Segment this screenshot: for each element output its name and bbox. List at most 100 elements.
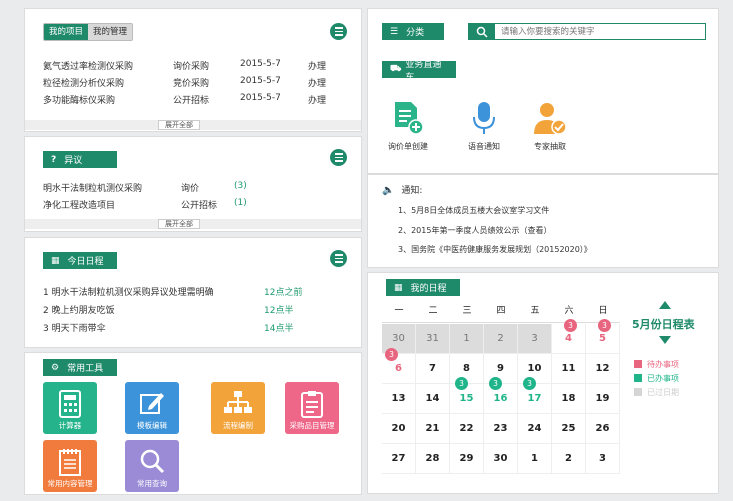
calendar-day[interactable]: 17 3 xyxy=(518,377,552,414)
event-count-badge[interactable]: 3 xyxy=(455,377,468,390)
prev-month-button[interactable] xyxy=(659,301,671,309)
calendar-day[interactable]: 19 xyxy=(586,384,620,414)
calendar-day[interactable]: 13 xyxy=(382,384,416,414)
project-action[interactable]: 办理 xyxy=(308,93,326,106)
calendar-day[interactable]: 3 xyxy=(586,444,620,474)
legend-item-done: 已办事项 xyxy=(634,371,679,385)
notice-title: 通知: xyxy=(401,186,423,196)
calendar-day[interactable]: 2 xyxy=(552,444,586,474)
calendar-day[interactable]: 24 xyxy=(518,414,552,444)
search-icon-box[interactable] xyxy=(469,24,495,39)
calendar-day[interactable]: 16 3 xyxy=(484,377,518,414)
notebook-icon xyxy=(59,449,81,476)
notice-item[interactable]: 3、国务院《中医药健康服务发展规划（20152020）》 xyxy=(398,244,592,255)
calendar-day[interactable]: 1 xyxy=(518,444,552,474)
objections-expand-button[interactable]: 展开全部 xyxy=(158,219,200,229)
tool-calculator[interactable]: 计算器 xyxy=(43,382,97,434)
legend-swatch xyxy=(634,374,642,382)
calendar-day[interactable]: 25 xyxy=(552,414,586,444)
search-box[interactable] xyxy=(468,23,706,40)
calendar-legend: 待办事项 已办事项 已过日期 xyxy=(634,357,679,399)
project-date: 2015-5-7 xyxy=(240,76,281,86)
calendar-day[interactable]: 3 xyxy=(518,324,552,354)
weekday-header: 一 xyxy=(394,306,404,316)
calendar-day[interactable]: 14 xyxy=(416,384,450,414)
calendar-day[interactable]: 23 xyxy=(484,414,518,444)
calendar-day[interactable]: 27 xyxy=(382,444,416,474)
objections-header: ? 异议 xyxy=(43,151,117,168)
business-label: 专家抽取 xyxy=(534,142,566,151)
question-icon: ? xyxy=(51,154,57,165)
tool-content-manage[interactable]: 常用内容管理 xyxy=(43,440,97,492)
calendar-day[interactable]: 31 xyxy=(416,324,450,354)
business-title: 业务直通车 xyxy=(405,59,442,83)
legend-label: 已办事项 xyxy=(647,373,679,383)
event-count-badge[interactable]: 3 xyxy=(598,319,611,332)
calendar-day[interactable]: 63 xyxy=(382,348,416,384)
objection-type: 公开招标 xyxy=(181,201,218,211)
calendar-day[interactable]: 2 xyxy=(484,324,518,354)
calendar-day[interactable]: 1 xyxy=(450,324,484,354)
edit-icon xyxy=(140,393,164,414)
projects-menu-button[interactable] xyxy=(330,23,347,40)
event-count-badge[interactable]: 3 xyxy=(385,348,398,361)
tool-common-query[interactable]: 常用查询 xyxy=(125,440,179,492)
event-count-badge[interactable]: 3 xyxy=(489,377,502,390)
calendar-day[interactable]: 53 xyxy=(586,319,620,354)
calendar-day[interactable]: 11 xyxy=(552,354,586,384)
category-button[interactable]: ☰ 分类 xyxy=(382,23,444,40)
project-tabs: 我的项目 我的管理 xyxy=(43,23,134,41)
calendar-month-title: 5月份日程表 xyxy=(632,318,695,331)
project-action[interactable]: 办理 xyxy=(308,59,326,72)
calendar-day[interactable]: 28 xyxy=(416,444,450,474)
flowchart-icon xyxy=(224,391,252,413)
notice-item[interactable]: 2、2015年第一季度人员绩效公示（查看） xyxy=(398,225,551,236)
category-label: 分类 xyxy=(406,28,425,38)
calendar-day[interactable]: 18 xyxy=(552,384,586,414)
schedule-text: 3 明天下雨带伞 xyxy=(43,324,106,334)
event-count-badge[interactable]: 3 xyxy=(564,319,577,332)
calendar-day[interactable]: 26 xyxy=(586,414,620,444)
tool-template-edit[interactable]: 模板编辑 xyxy=(125,382,179,434)
legend-swatch xyxy=(634,388,642,396)
calendar-day[interactable]: 43 xyxy=(552,319,586,354)
business-voice-notice[interactable]: 语音通知 xyxy=(458,101,510,157)
clipboard-icon xyxy=(301,391,323,418)
objections-menu-button[interactable] xyxy=(330,149,347,166)
search-input[interactable] xyxy=(501,25,701,38)
schedule-menu-button[interactable] xyxy=(330,250,347,267)
objection-count: (3) xyxy=(234,181,247,191)
tool-label: 常用查询 xyxy=(137,479,167,488)
calendar-day[interactable]: 30 xyxy=(484,444,518,474)
calendar-day[interactable]: 20 xyxy=(382,414,416,444)
calendar-day[interactable]: 21 xyxy=(416,414,450,444)
calendar-day[interactable]: 7 xyxy=(416,354,450,384)
car-icon: ⛟ xyxy=(390,64,402,74)
tool-purchase-items[interactable]: 采购品目管理 xyxy=(285,382,339,434)
schedule-header: ▦ 今日日程 xyxy=(43,252,117,269)
legend-label: 已过日期 xyxy=(647,387,679,397)
business-doc-create[interactable]: 询价单创建 xyxy=(382,101,434,157)
objection-name: 明水干法制粒机测仪采购 xyxy=(43,184,143,194)
calendar-day[interactable]: 29 xyxy=(450,444,484,474)
calendar-icon: ▦ xyxy=(394,282,403,293)
tab-my-projects[interactable]: 我的项目 xyxy=(44,24,89,40)
speaker-icon: 🔈 xyxy=(382,185,395,196)
calendar-day[interactable]: 15 3 xyxy=(450,377,484,414)
tools-header: ⚙ 常用工具 xyxy=(43,359,117,376)
next-month-button[interactable] xyxy=(659,336,671,344)
weekday-divider xyxy=(382,322,620,323)
weekday-header: 二 xyxy=(428,306,438,316)
projects-expand-button[interactable]: 展开全部 xyxy=(158,120,200,130)
tool-flowchart[interactable]: 流程编制 xyxy=(211,382,265,434)
schedule-text: 2 晚上约朋友吃饭 xyxy=(43,306,115,316)
notice-item[interactable]: 1、5月8日全体成员五楼大会议室学习文件 xyxy=(398,205,549,216)
tab-my-management[interactable]: 我的管理 xyxy=(88,24,133,40)
calendar-day[interactable]: 12 xyxy=(586,354,620,384)
tool-label: 计算器 xyxy=(58,421,82,430)
business-expert-draw[interactable]: 专家抽取 xyxy=(524,101,576,157)
project-type: 竞价采购 xyxy=(173,79,210,89)
project-action[interactable]: 办理 xyxy=(308,76,326,89)
calendar-day[interactable]: 22 xyxy=(450,414,484,444)
event-count-badge[interactable]: 3 xyxy=(523,377,536,390)
